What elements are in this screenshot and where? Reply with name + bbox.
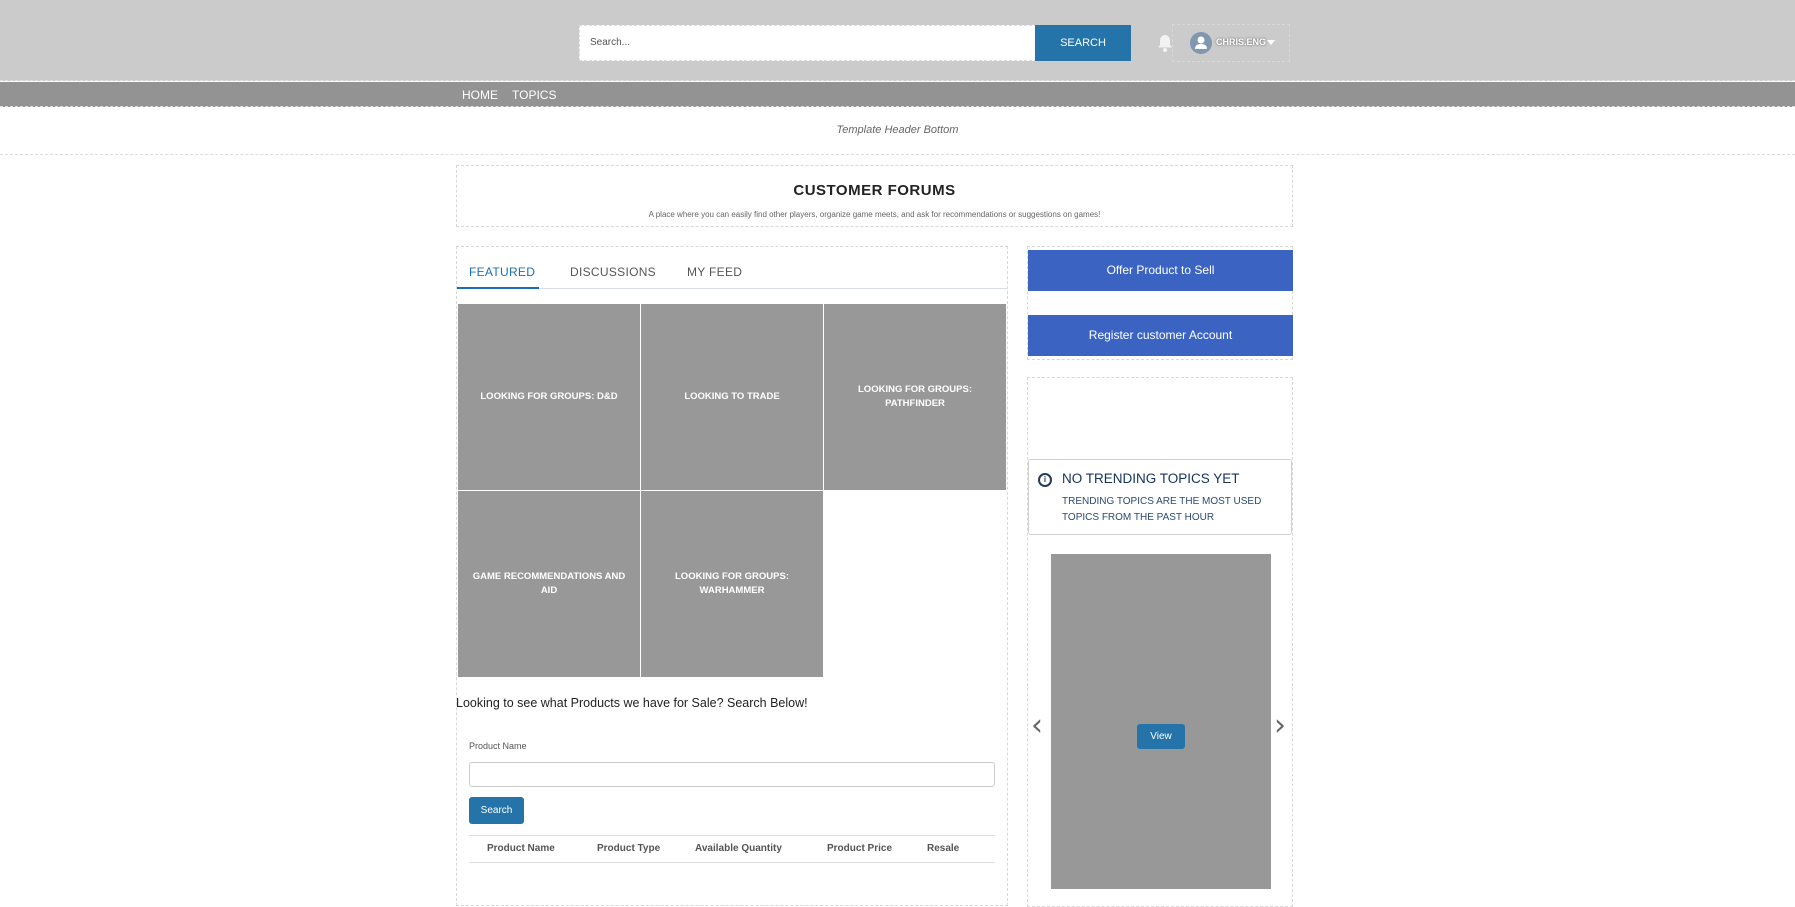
- topic-tile[interactable]: LOOKING FOR GROUPS: D&D: [458, 304, 640, 490]
- trending-subtitle: TRENDING TOPICS ARE THE MOST USED TOPICS…: [1062, 496, 1262, 523]
- carousel-slide: [1051, 554, 1271, 889]
- search-button[interactable]: SEARCH: [1035, 25, 1131, 61]
- tab-divider: [457, 288, 1007, 289]
- active-tab-indicator: [457, 287, 539, 289]
- product-search-button[interactable]: Search: [469, 797, 524, 824]
- nav-home[interactable]: HOME: [462, 88, 498, 102]
- page-title: CUSTOMER FORUMS: [793, 182, 956, 199]
- products-prompt: Looking to see what Products we have for…: [456, 696, 808, 710]
- nav-topics[interactable]: TOPICS: [512, 88, 556, 102]
- trending-title: NO TRENDING TOPICS YET: [1062, 471, 1240, 486]
- view-button[interactable]: View: [1137, 724, 1185, 749]
- table-border-top: [469, 835, 995, 836]
- search-input[interactable]: Search...: [579, 25, 1037, 61]
- product-name-label: Product Name: [469, 741, 527, 751]
- page-subtitle: A place where you can easily find other …: [648, 210, 1101, 219]
- tab-featured[interactable]: FEATURED: [469, 265, 535, 279]
- column-header[interactable]: Product Price: [827, 843, 892, 854]
- column-header[interactable]: Resale: [927, 843, 959, 854]
- topic-tile[interactable]: GAME RECOMMENDATIONS AND AID: [458, 491, 640, 677]
- chevron-left-icon[interactable]: ‹: [1031, 711, 1043, 741]
- divider: [0, 154, 1795, 155]
- info-icon: i: [1038, 473, 1052, 487]
- user-name[interactable]: CHRIS.ENG: [1216, 37, 1266, 47]
- tab-discussions[interactable]: DISCUSSIONS: [570, 265, 656, 279]
- column-header[interactable]: Product Type: [597, 843, 660, 854]
- tab-my-feed[interactable]: MY FEED: [687, 265, 742, 279]
- column-header[interactable]: Product Name: [487, 843, 555, 854]
- column-header[interactable]: Available Quantity: [695, 843, 782, 854]
- nav-bar: [0, 82, 1795, 107]
- topic-tile[interactable]: LOOKING FOR GROUPS: WARHAMMER: [641, 491, 823, 677]
- offer-product-button[interactable]: Offer Product to Sell: [1028, 250, 1293, 291]
- avatar[interactable]: [1190, 32, 1212, 54]
- topic-tile[interactable]: LOOKING TO TRADE: [641, 304, 823, 490]
- chevron-down-icon[interactable]: [1267, 40, 1275, 45]
- register-account-button[interactable]: Register customer Account: [1028, 315, 1293, 356]
- chevron-right-icon[interactable]: ›: [1274, 711, 1286, 741]
- product-name-input[interactable]: [469, 762, 995, 787]
- topic-tile[interactable]: LOOKING FOR GROUPS: PATHFINDER: [824, 304, 1006, 490]
- table-border-bottom: [469, 862, 995, 863]
- template-header-bottom: Template Header Bottom: [836, 124, 959, 136]
